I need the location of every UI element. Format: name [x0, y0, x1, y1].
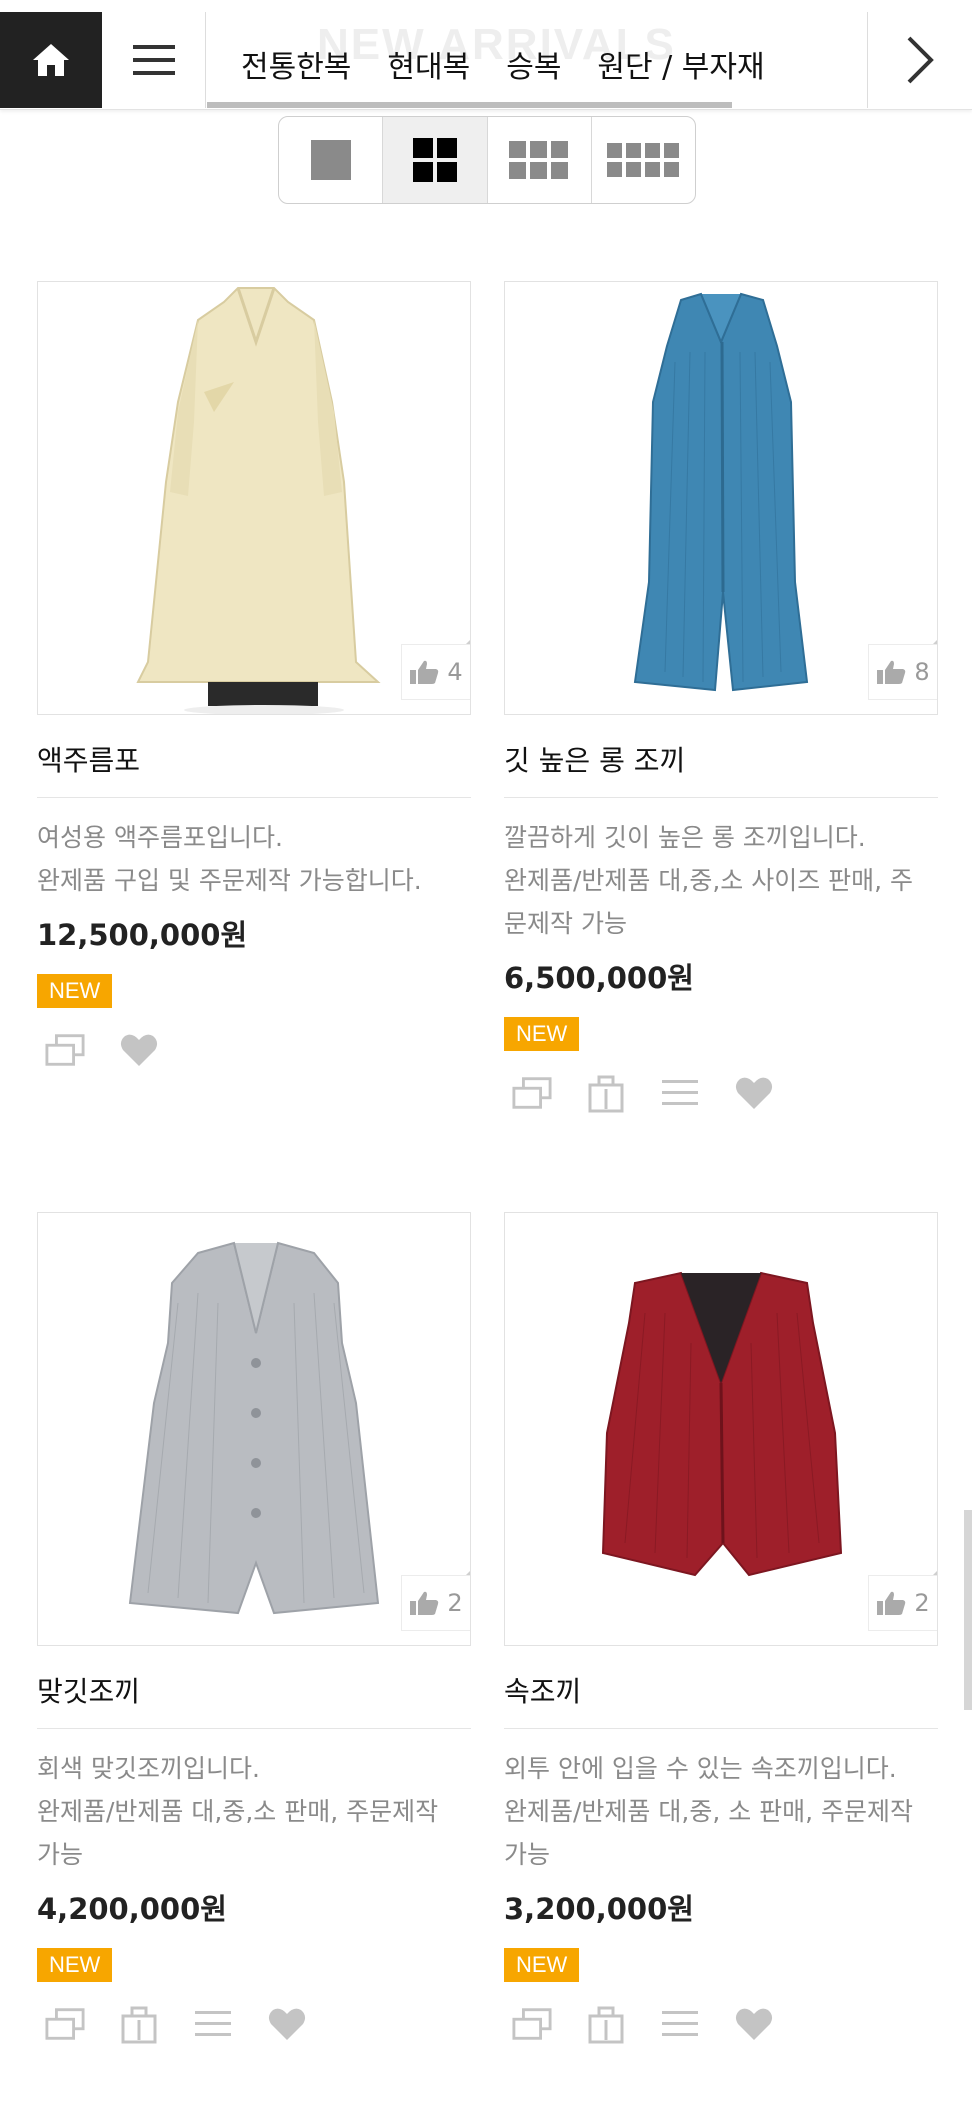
options-list-button[interactable]: [660, 1073, 700, 1113]
page-scrollbar[interactable]: [964, 1510, 972, 1710]
product-name[interactable]: 깃 높은 롱 조끼: [504, 739, 938, 798]
product-price: 12,500,000원: [37, 918, 248, 952]
top-navigation: NEW ARRIVALS 전통한복 현대복 승복 원단 / 부자재: [0, 0, 972, 110]
product-card: 2 속조끼 외투 안에 입을 수 있는 속조끼입니다. 완제품/반제품 대,중,…: [504, 1212, 938, 2044]
product-description: 회색 맞깃조끼입니다. 완제품/반제품 대,중,소 판매, 주문제작 가능: [37, 1754, 439, 1869]
category-item-monk[interactable]: 승복: [506, 42, 561, 86]
add-to-cart-button[interactable]: [119, 2004, 159, 2044]
like-count: 2: [914, 1589, 930, 1617]
product-actions: [37, 2004, 471, 2044]
product-image[interactable]: 2: [37, 1212, 471, 1646]
view-2-column-button[interactable]: [383, 117, 488, 203]
like-count-button[interactable]: 2: [868, 1575, 937, 1631]
corner-fold: [466, 624, 470, 644]
view-3-column-button[interactable]: [488, 117, 592, 203]
product-image[interactable]: 8: [504, 281, 938, 715]
like-count-button[interactable]: 2: [401, 1575, 470, 1631]
category-list: 전통한복 현대복 승복 원단 / 부자재: [241, 42, 801, 86]
product-card: 8 깃 높은 롱 조끼 깔끔하게 깃이 높은 롱 조끼입니다. 완제품/반제품 …: [504, 281, 938, 1113]
product-description: 깔끔하게 깃이 높은 롱 조끼입니다. 완제품/반제품 대,중,소 사이즈 판매…: [504, 823, 914, 938]
grid-4-icon: [607, 143, 680, 177]
thumbs-up-icon: [877, 660, 906, 684]
window-icon: [45, 1034, 85, 1066]
product-name[interactable]: 맞깃조끼: [37, 1670, 471, 1729]
new-badge: NEW: [504, 1017, 580, 1051]
zoom-preview-button[interactable]: [512, 1073, 552, 1113]
add-to-cart-button[interactable]: [586, 2004, 626, 2044]
corner-fold: [466, 1555, 470, 1575]
product-description: 여성용 액주름포입니다. 완제품 구입 및 주문제작 가능합니다.: [37, 823, 422, 895]
like-count: 2: [447, 1589, 463, 1617]
heart-icon: [268, 2008, 306, 2040]
like-count: 4: [447, 658, 463, 686]
like-count-button[interactable]: 4: [401, 644, 470, 700]
options-list-button[interactable]: [193, 2004, 233, 2044]
product-image[interactable]: 4: [37, 281, 471, 715]
category-item-modern[interactable]: 현대복: [387, 42, 470, 86]
zoom-preview-button[interactable]: [512, 2004, 552, 2044]
shopping-bag-icon: [588, 2006, 624, 2044]
view-1-column-button[interactable]: [279, 117, 384, 203]
wishlist-button[interactable]: [734, 1073, 774, 1113]
new-badge: NEW: [37, 1948, 113, 1982]
wishlist-button[interactable]: [267, 2004, 307, 2044]
window-icon: [512, 1077, 552, 1109]
like-count: 8: [914, 658, 930, 686]
product-image[interactable]: 2: [504, 1212, 938, 1646]
thumbs-up-icon: [877, 1591, 906, 1615]
category-item-traditional[interactable]: 전통한복: [241, 42, 351, 86]
new-badge: NEW: [37, 974, 113, 1008]
shopping-bag-icon: [588, 1075, 624, 1113]
hamburger-icon: [132, 45, 175, 75]
product-price: 4,200,000원: [37, 1892, 227, 1926]
category-scroller[interactable]: NEW ARRIVALS 전통한복 현대복 승복 원단 / 부자재: [207, 12, 867, 108]
window-icon: [512, 2008, 552, 2040]
category-scrollbar[interactable]: [207, 102, 732, 108]
heart-icon: [120, 1034, 158, 1066]
category-item-fabric[interactable]: 원단 / 부자재: [597, 42, 764, 86]
product-actions: [504, 2004, 938, 2044]
new-badge: NEW: [504, 1948, 580, 1982]
corner-fold: [933, 624, 937, 644]
view-toggle: [278, 116, 696, 204]
home-button[interactable]: [0, 12, 102, 108]
view-4-column-button[interactable]: [592, 117, 695, 203]
options-list-button[interactable]: [660, 2004, 700, 2044]
product-actions: [504, 1073, 938, 1113]
list-icon: [662, 1080, 698, 1105]
zoom-preview-button[interactable]: [45, 1030, 85, 1070]
chevron-right-icon: [907, 36, 934, 84]
home-icon: [33, 44, 69, 76]
like-count-button[interactable]: 8: [868, 644, 937, 700]
next-category-button[interactable]: [867, 12, 972, 108]
zoom-preview-button[interactable]: [45, 2004, 85, 2044]
heart-icon: [735, 2008, 773, 2040]
product-card: 2 맞깃조끼 회색 맞깃조끼입니다. 완제품/반제품 대,중,소 판매, 주문제…: [37, 1212, 471, 2044]
wishlist-button[interactable]: [734, 2004, 774, 2044]
add-to-cart-button[interactable]: [586, 1073, 626, 1113]
product-name[interactable]: 속조끼: [504, 1670, 938, 1729]
product-price: 3,200,000원: [504, 1892, 694, 1926]
thumbs-up-icon: [410, 1591, 439, 1615]
product-description: 외투 안에 입을 수 있는 속조끼입니다. 완제품/반제품 대,중, 소 판매,…: [504, 1754, 914, 1869]
thumbs-up-icon: [410, 660, 439, 684]
shopping-bag-icon: [121, 2006, 157, 2044]
corner-fold: [933, 1555, 937, 1575]
grid-1-icon: [310, 140, 351, 180]
list-icon: [195, 2011, 231, 2036]
heart-icon: [735, 1077, 773, 1109]
grid-3-icon: [509, 141, 569, 179]
product-actions: [37, 1030, 471, 1070]
window-icon: [45, 2008, 85, 2040]
product-price: 6,500,000원: [504, 961, 694, 995]
product-card: 4 액주름포 여성용 액주름포입니다. 완제품 구입 및 주문제작 가능합니다.…: [37, 281, 471, 1070]
list-icon: [662, 2011, 698, 2036]
grid-2-icon: [412, 138, 457, 182]
product-name[interactable]: 액주름포: [37, 739, 471, 798]
menu-button[interactable]: [102, 12, 206, 108]
wishlist-button[interactable]: [119, 1030, 159, 1070]
